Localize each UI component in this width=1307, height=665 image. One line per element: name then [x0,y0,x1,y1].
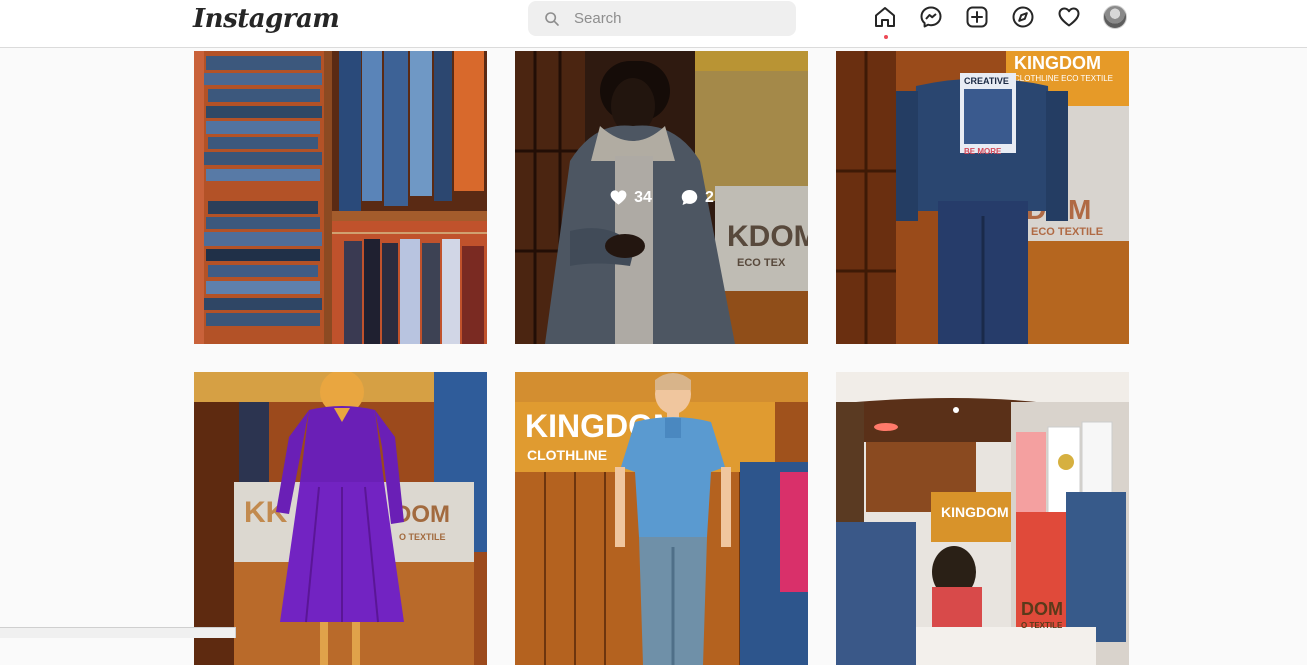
svg-text:KINGDOM: KINGDOM [1014,53,1101,73]
post-tile-2[interactable]: KDOM ECO TEX 34 2 [515,51,808,344]
new-post-icon[interactable] [965,5,989,29]
search-icon [545,11,559,26]
home-icon[interactable] [873,5,897,39]
svg-text:CREATIVE: CREATIVE [964,76,1009,86]
svg-text:O TEXTILE: O TEXTILE [1021,621,1063,630]
explore-icon[interactable] [1011,5,1035,29]
post-tile-3[interactable]: KINGDOM CLOTHLINE ECO TEXTILE DOM ECO TE… [836,51,1129,344]
post-image-child-mannequin-polo: KINGDOM CLOTHLINE [515,372,808,665]
search-input[interactable] [572,9,792,28]
post-image-denim-shelves [194,51,487,344]
likes-count: 34 [634,188,652,206]
svg-text:BE MORE: BE MORE [964,147,1002,156]
post-tile-1[interactable] [194,51,487,344]
post-image-denim-jacket-back: KINGDOM CLOTHLINE ECO TEXTILE DOM ECO TE… [836,51,1129,344]
nav-icon-group [873,5,1149,39]
likes-stat: 34 [609,188,652,207]
svg-text:DOM: DOM [1021,599,1063,619]
post-tile-5[interactable]: KINGDOM CLOTHLINE [515,372,808,665]
comments-count: 2 [704,188,714,206]
browser-status-bar [0,627,236,638]
post-image-store-interior: KINGDOM DOM O TEXTILE [836,372,1129,665]
comment-filled-icon [681,189,698,206]
profile-avatar[interactable] [1103,5,1127,29]
top-nav-bar: Instagram [0,0,1307,48]
activity-heart-icon[interactable] [1057,5,1081,29]
heart-filled-icon [610,190,627,205]
post-image-purple-dress: KK DOM O TEXTILE [194,372,487,665]
svg-text:ECO TEXTILE: ECO TEXTILE [1031,226,1103,238]
svg-text:CLOTHLINE ECO TEXTILE: CLOTHLINE ECO TEXTILE [1014,74,1113,83]
svg-text:O TEXTILE: O TEXTILE [399,532,446,542]
post-tile-4[interactable]: KK DOM O TEXTILE [194,372,487,665]
messenger-icon[interactable] [919,5,943,29]
instagram-logo[interactable]: Instagram [193,4,340,34]
svg-text:CLOTHLINE: CLOTHLINE [527,447,607,463]
search-box[interactable] [528,1,796,36]
post-hover-overlay: 34 2 [515,51,808,344]
post-tile-6[interactable]: KINGDOM DOM O TEXTILE [836,372,1129,665]
svg-text:KINGDOM: KINGDOM [941,504,1009,520]
comments-stat: 2 [680,188,714,207]
